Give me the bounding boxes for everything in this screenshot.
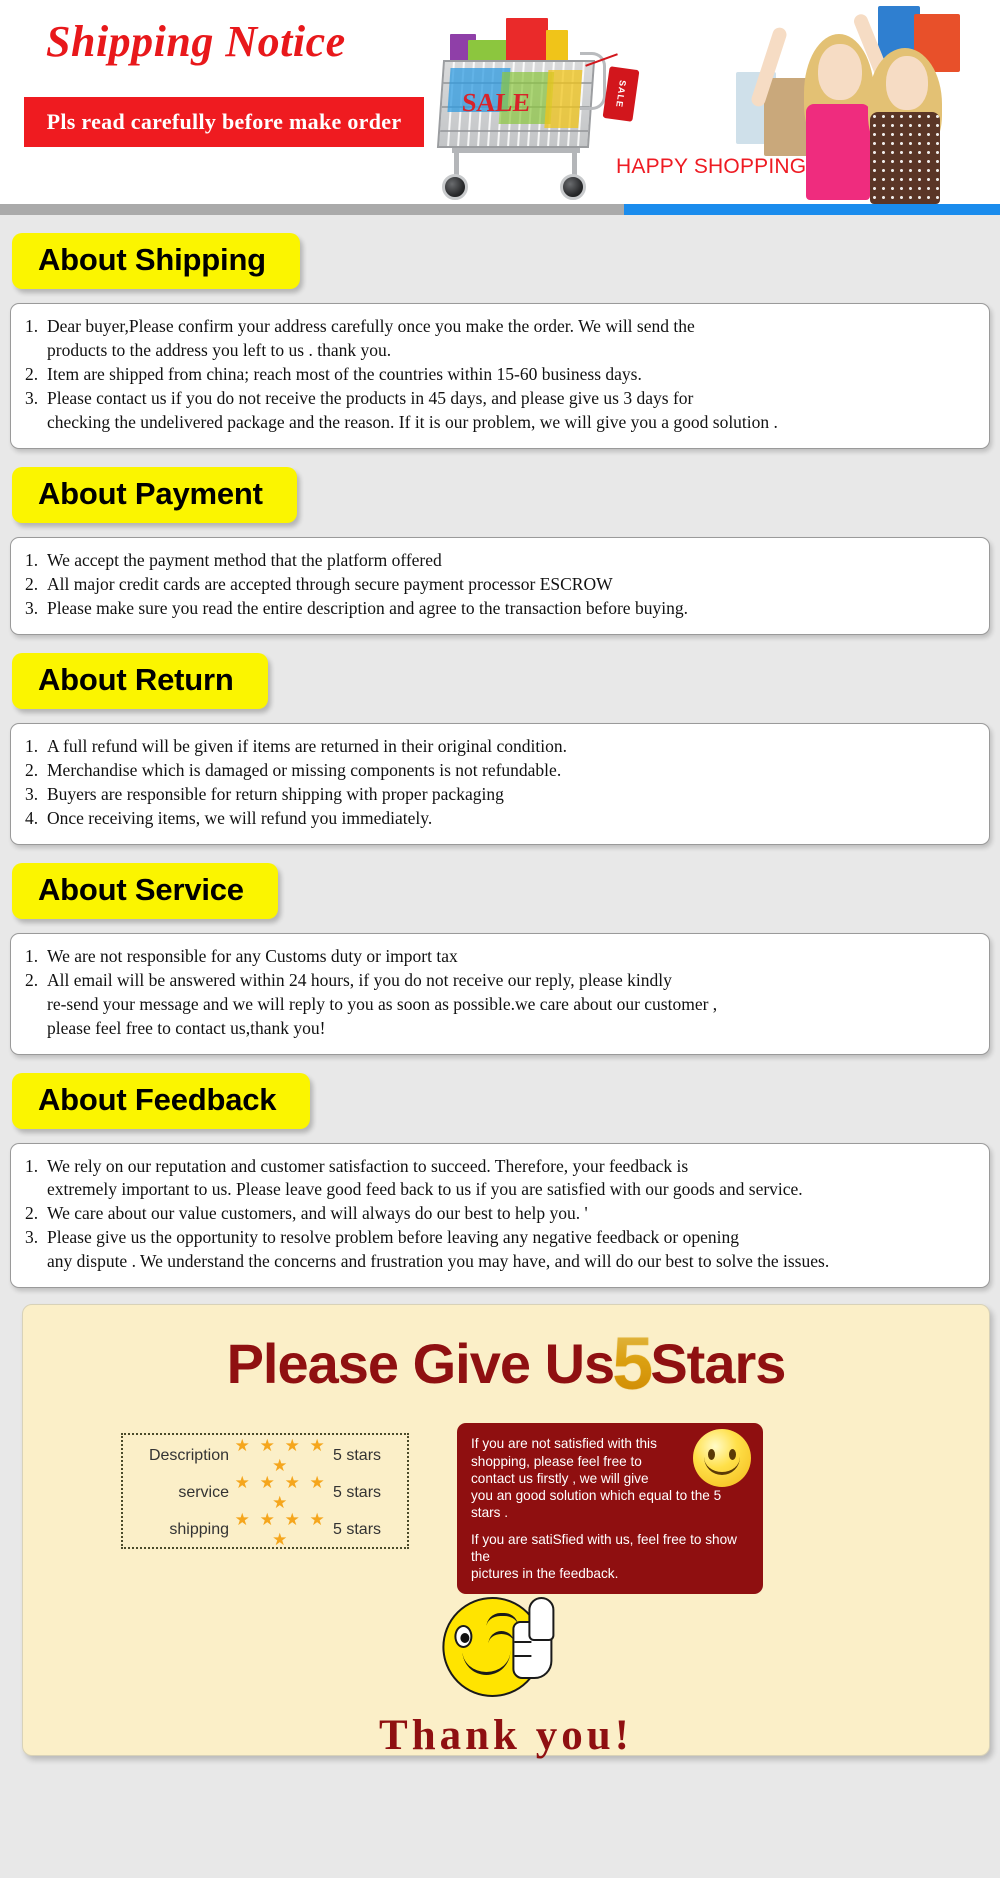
divider-grey-segment bbox=[0, 204, 624, 215]
list-item: 3. Buyers are responsible for return ship… bbox=[25, 783, 504, 804]
list-item: 2. Item are shipped from china; reach mos… bbox=[25, 363, 642, 384]
shipping-notice-page: Shipping Notice Pls read carefully befor… bbox=[0, 0, 1000, 1878]
cart-wheel-left bbox=[442, 174, 468, 200]
rating-label-service: service bbox=[178, 1483, 229, 1501]
headline-before: Please Give Us bbox=[226, 1332, 616, 1396]
policy-sections: About Shipping 1. Dear buyer,Please confi… bbox=[0, 215, 1000, 1786]
rating-value-description: 5 stars bbox=[333, 1446, 382, 1464]
satisfaction-note-line-2: If you are satiSfied with us, feel free … bbox=[471, 1531, 737, 1582]
satisfaction-note: If you are not satisfied with this shopp… bbox=[457, 1423, 763, 1595]
list-item: 3. Please contact us if you do not receiv… bbox=[25, 387, 778, 432]
read-carefully-badge: Pls read carefully before make order bbox=[24, 97, 424, 147]
list-item: 3. Please give us the opportunity to reso… bbox=[25, 1227, 830, 1272]
list-item: 2. All major credit cards are accepted th… bbox=[25, 573, 613, 594]
list-item: 1. We are not responsible for any Customs… bbox=[25, 945, 458, 966]
sale-tag-icon: SALE bbox=[585, 53, 640, 122]
tab-about-feedback[interactable]: About Feedback bbox=[12, 1072, 311, 1129]
five-stars-headline: Please Give Us5Stars bbox=[23, 1305, 989, 1401]
card-about-service: 1. We are not responsible for any Customs… bbox=[10, 932, 990, 1055]
section-about-shipping: About Shipping 1. Dear buyer,Please confi… bbox=[0, 215, 1000, 449]
tab-about-return[interactable]: About Return bbox=[12, 652, 268, 709]
star-rating-icon: ★ ★ ★ ★ ★ bbox=[234, 1509, 328, 1549]
list-item: 3. Please make sure you read the entire d… bbox=[25, 597, 688, 618]
rating-label-description: Description bbox=[148, 1446, 229, 1464]
list-item: 2. All email will be answered within 24 h… bbox=[25, 969, 718, 1038]
card-about-payment: 1. We accept the payment method that the … bbox=[10, 536, 990, 635]
happy-shopping-label: HAPPY SHOPPING bbox=[616, 155, 807, 178]
star-rating-icon: ★ ★ ★ ★ ★ bbox=[234, 1472, 328, 1512]
card-about-feedback: 1. We rely on our reputation and customer… bbox=[10, 1142, 990, 1289]
section-about-return: About Return 1. A full refund will be giv… bbox=[0, 635, 1000, 845]
divider-blue-segment bbox=[624, 204, 1000, 215]
winking-thumbs-up-icon bbox=[432, 1591, 592, 1711]
page-title: Shipping Notice bbox=[46, 17, 346, 66]
rating-value-shipping: 5 stars bbox=[333, 1520, 382, 1538]
card-about-shipping: 1. Dear buyer,Please confirm your address… bbox=[10, 303, 990, 449]
list-item: 2. We care about our value customers, and… bbox=[25, 1203, 588, 1224]
list-item: 2. Merchandise which is damaged or missin… bbox=[25, 759, 562, 780]
list-item: 1. We rely on our reputation and customer… bbox=[25, 1155, 803, 1200]
header-banner: Shipping Notice Pls read carefully befor… bbox=[0, 0, 1000, 204]
cart-basket: SALE bbox=[436, 60, 596, 148]
list-item: 1. Dear buyer,Please confirm your address… bbox=[25, 316, 695, 360]
list-item: 1. A full refund will be given if items a… bbox=[25, 735, 568, 756]
list-item: 4. Once receiving items, we will refund y… bbox=[25, 807, 433, 828]
thumb-up-finger bbox=[528, 1597, 555, 1642]
five-stars-panel: Please Give Us5Stars Description ★ ★ ★ ★… bbox=[22, 1304, 990, 1759]
rating-label-shipping: shipping bbox=[169, 1520, 229, 1538]
table-row: service ★ ★ ★ ★ ★ 5 stars bbox=[123, 1473, 407, 1512]
rating-value-service: 5 stars bbox=[333, 1483, 382, 1501]
section-about-feedback: About Feedback 1. We rely on our reputati… bbox=[0, 1055, 1000, 1289]
ratings-table: Description ★ ★ ★ ★ ★ 5 stars service ★ … bbox=[121, 1433, 409, 1550]
headline-after: Stars bbox=[650, 1332, 786, 1396]
sale-tag-label: SALE bbox=[614, 79, 628, 109]
list-item: 1. We accept the payment method that the … bbox=[25, 549, 442, 570]
wink-eye-open bbox=[454, 1625, 473, 1649]
section-divider-bar bbox=[0, 204, 1000, 215]
smiley-face-icon bbox=[693, 1429, 751, 1488]
tab-about-service[interactable]: About Service bbox=[12, 862, 278, 919]
card-about-return: 1. A full refund will be given if items a… bbox=[10, 722, 990, 845]
bottom-spacer bbox=[0, 1756, 1000, 1786]
cart-wheel-right bbox=[560, 174, 586, 200]
star-rating-icon: ★ ★ ★ ★ ★ bbox=[234, 1435, 328, 1475]
section-about-service: About Service 1. We are not responsible f… bbox=[0, 845, 1000, 1055]
tab-about-shipping[interactable]: About Shipping bbox=[12, 233, 300, 289]
table-row: shipping ★ ★ ★ ★ ★ 5 stars bbox=[123, 1510, 407, 1549]
section-about-payment: About Payment 1. We accept the payment me… bbox=[0, 449, 1000, 635]
thank-you-label: Thank you! bbox=[379, 1712, 633, 1760]
table-row: Description ★ ★ ★ ★ ★ 5 stars bbox=[123, 1436, 407, 1475]
tab-about-payment[interactable]: About Payment bbox=[12, 466, 297, 523]
headline-number-five: 5 bbox=[612, 1322, 653, 1406]
